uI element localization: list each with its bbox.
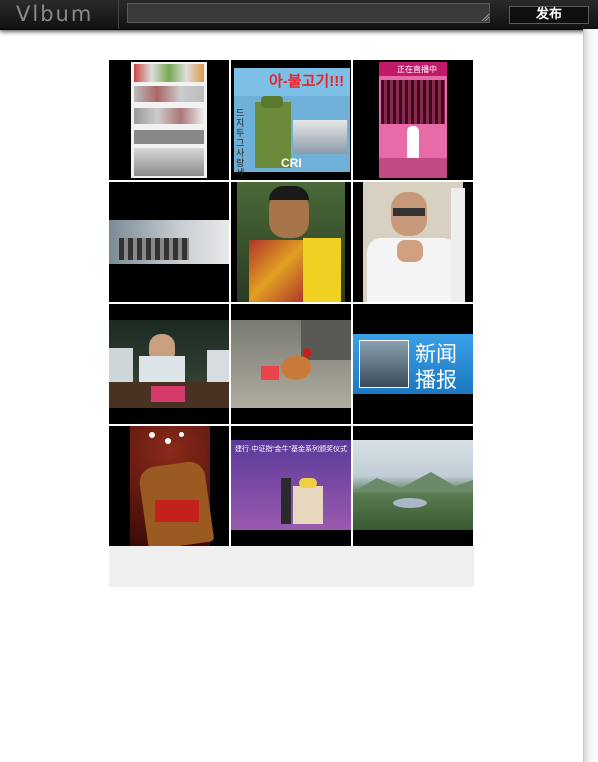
photo-thumbnail-rooster[interactable] (231, 304, 351, 424)
news-title-line2: 播报 (415, 368, 457, 392)
photo-thumbnail-news-broadcast[interactable]: 新闻 播报 (353, 304, 473, 424)
photo-thumbnail-landscape[interactable] (353, 426, 473, 546)
broadcast-header-text: 正在直播中 (397, 65, 437, 74)
photo-thumbnail-bookshelf[interactable] (109, 60, 229, 180)
photo-thumbnail-street-crowd[interactable] (109, 182, 229, 302)
toolbar-divider (118, 0, 119, 29)
poster-logo-text: CRI (281, 156, 302, 170)
status-compose-input[interactable] (127, 3, 490, 23)
photo-thumbnail-meeting[interactable] (109, 304, 229, 424)
top-toolbar: Vlbum 发布 (0, 0, 598, 30)
poster-banner-text: 아-불고기!!! (269, 73, 345, 90)
photo-thumbnail-toy-figure[interactable] (109, 426, 229, 546)
photo-grid: 아-불고기!!! 드지두 그사랑세 목마여 CRI 正在直播中 (109, 60, 474, 546)
photo-thumbnail-award-event[interactable]: 建行·中证指“金牛”基金系列颁奖仪式 (231, 426, 351, 546)
app-logo: Vlbum (16, 2, 94, 26)
photo-thumbnail-poster[interactable]: 아-불고기!!! 드지두 그사랑세 목마여 CRI (231, 60, 351, 180)
photo-thumbnail-live-show[interactable]: 正在直播中 (353, 60, 473, 180)
event-banner-text: 建行·中证指“金牛”基金系列颁奖仪式 (235, 446, 347, 453)
photo-thumbnail-king-portrait[interactable] (231, 182, 351, 302)
poster-side-text: 드지두 그사랑세 목마여 (236, 108, 245, 180)
post-button[interactable]: 发布 (509, 6, 589, 24)
photo-thumbnail-official[interactable] (353, 182, 473, 302)
resize-grip-icon[interactable] (481, 13, 489, 21)
load-more-area[interactable] (109, 546, 474, 587)
page-scrollbar[interactable] (583, 29, 598, 762)
